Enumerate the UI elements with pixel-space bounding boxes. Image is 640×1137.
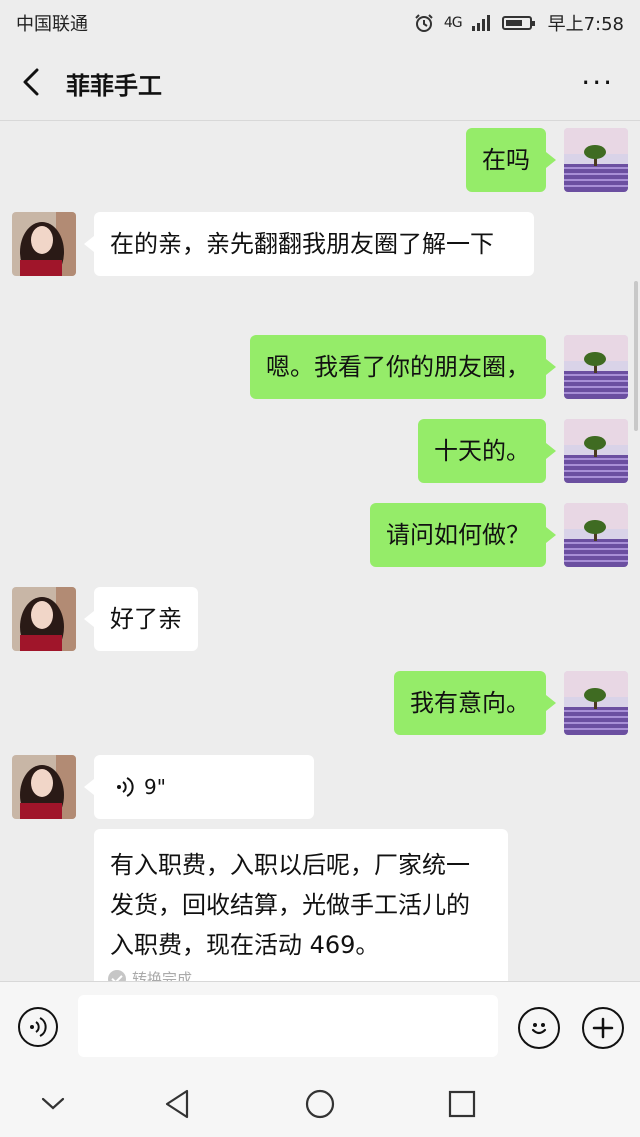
clock: 早上7:58 [547, 14, 624, 35]
outgoing-message[interactable]: 我有意向。 [394, 671, 556, 735]
transcript-status-label: 转换完成 [132, 970, 193, 981]
my-avatar[interactable] [564, 419, 628, 483]
outgoing-message[interactable]: 十天的。 [418, 419, 556, 483]
plus-glyph [592, 1017, 614, 1039]
contact-photo [12, 755, 76, 819]
nav-recents-icon[interactable] [445, 1087, 479, 1121]
carrier-name: 中国联通 [16, 14, 88, 35]
battery-icon [501, 16, 535, 30]
chat-header: 菲菲手工 ··· [0, 44, 640, 121]
voice-transcript[interactable]: 有入职费，入职以后呢，厂家统一发货，回收结算，光做手工活儿的入职费，现在活动 4… [94, 829, 508, 981]
input-bar [0, 981, 640, 1072]
check-icon [108, 970, 126, 981]
alarm-icon [415, 14, 433, 32]
my-avatar[interactable] [564, 503, 628, 567]
voice-duration: 9" [144, 775, 166, 799]
nav-back-icon[interactable] [160, 1087, 194, 1121]
message-input[interactable] [78, 995, 498, 1057]
scrollbar[interactable] [634, 281, 638, 431]
lavender-field-image [564, 671, 628, 735]
voice-icon[interactable] [18, 1007, 58, 1047]
outgoing-message[interactable]: 嗯。我看了你的朋友圈， [250, 335, 556, 399]
system-nav-bar [0, 1071, 640, 1137]
my-avatar[interactable] [564, 335, 628, 399]
contact-photo [12, 587, 76, 651]
contact-avatar[interactable] [12, 587, 76, 651]
network-type: 4G [443, 15, 463, 31]
voice-wave-icon [117, 777, 134, 797]
nav-home-icon[interactable] [303, 1087, 337, 1121]
voice-message[interactable]: 9" [84, 755, 314, 819]
my-avatar[interactable] [564, 128, 628, 192]
outgoing-message[interactable]: 请问如何做？ [370, 503, 556, 567]
lavender-field-image [564, 419, 628, 483]
lavender-field-image [564, 335, 628, 399]
back-arrow-icon[interactable] [22, 68, 40, 96]
contact-avatar[interactable] [12, 755, 76, 819]
transcript-status: 转换完成 [108, 959, 192, 981]
plus-icon[interactable] [582, 1007, 624, 1049]
incoming-message[interactable]: 好了亲 [84, 587, 198, 651]
outgoing-message[interactable]: 在吗 [466, 128, 556, 192]
emoji-icon[interactable] [518, 1007, 560, 1049]
signal-icon [471, 15, 490, 31]
status-icons: 4G 早上7:58 [414, 10, 624, 36]
my-avatar[interactable] [564, 671, 628, 735]
smiley-glyph [531, 1023, 547, 1035]
more-options-icon[interactable]: ··· [581, 66, 614, 99]
status-bar: 中国联通 4G 早上7:58 [0, 0, 640, 44]
chat-title: 菲菲手工 [66, 72, 162, 100]
transcript-text: 有入职费，入职以后呢，厂家统一发货，回收结算，光做手工活儿的入职费，现在活动 4… [110, 851, 470, 959]
chevron-down-icon[interactable] [36, 1087, 70, 1121]
lavender-field-image [564, 503, 628, 567]
incoming-message[interactable]: 在的亲，亲先翻翻我朋友圈了解一下 [84, 212, 534, 276]
voice-wave-glyph [30, 1017, 47, 1037]
contact-avatar[interactable] [12, 212, 76, 276]
message-list[interactable]: 在吗 在的亲，亲先翻翻我朋友圈了解一下 嗯。我看了你的朋友圈， 十天的。 请问如… [0, 121, 640, 981]
lavender-field-image [564, 128, 628, 192]
contact-photo [12, 212, 76, 276]
